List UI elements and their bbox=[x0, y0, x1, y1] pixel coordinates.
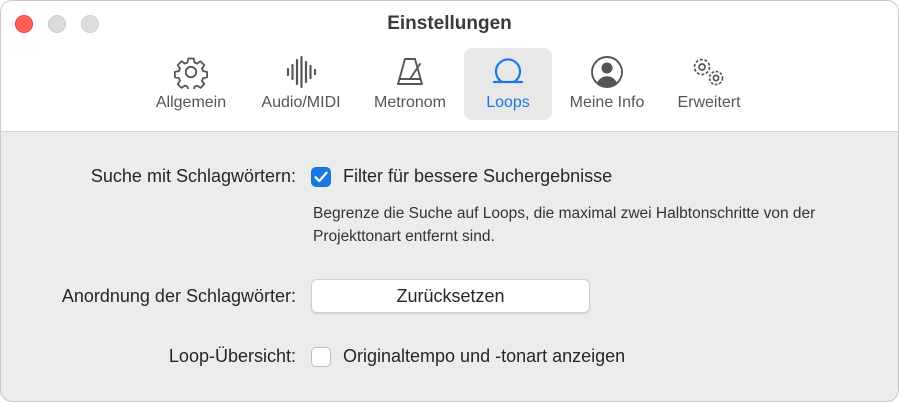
tab-label: Allgemein bbox=[155, 94, 227, 111]
window-title: Einstellungen bbox=[387, 13, 512, 34]
tab-label: Erweitert bbox=[677, 94, 741, 111]
toolbar: Einstellungen Allgemein Audio/MIDI Metro… bbox=[1, 1, 898, 132]
keyword-filter-checkbox[interactable] bbox=[311, 167, 331, 187]
tab-meine-info[interactable]: Meine Info bbox=[560, 48, 654, 120]
loop-icon bbox=[491, 52, 525, 92]
gears-icon bbox=[689, 52, 729, 92]
tab-erweitert[interactable]: Erweitert bbox=[663, 48, 755, 120]
keyword-filter-label: Filter für bessere Suchergebnisse bbox=[343, 166, 613, 186]
tab-audio-midi[interactable]: Audio/MIDI bbox=[249, 48, 353, 120]
original-tempo-label: Originaltempo und -tonart anzeigen bbox=[343, 346, 626, 366]
gear-icon bbox=[174, 52, 208, 92]
keyword-search-label: Suche mit Schlagwörtern: bbox=[90, 166, 296, 186]
reset-button[interactable]: Zurücksetzen bbox=[311, 279, 590, 313]
loop-browser-label: Loop-Übersicht: bbox=[168, 346, 296, 366]
tab-loops[interactable]: Loops bbox=[464, 48, 552, 120]
metronome-icon bbox=[393, 52, 427, 92]
tab-label: Loops bbox=[486, 94, 530, 111]
tab-metronom[interactable]: Metronom bbox=[363, 48, 457, 120]
original-tempo-checkbox[interactable] bbox=[311, 347, 331, 367]
waveform-icon bbox=[284, 52, 318, 92]
settings-window: Einstellungen Allgemein Audio/MIDI Metro… bbox=[0, 0, 899, 402]
tab-label: Audio/MIDI bbox=[261, 94, 341, 111]
keyword-filter-description: Begrenze die Suche auf Loops, die maxima… bbox=[313, 205, 816, 245]
tab-label: Meine Info bbox=[569, 94, 645, 111]
tab-label: Metronom bbox=[373, 94, 447, 111]
person-circle-icon bbox=[590, 52, 624, 92]
keyword-layout-label: Anordnung der Schlagwörter: bbox=[61, 286, 296, 306]
checkmark-icon bbox=[314, 171, 328, 183]
tab-allgemein[interactable]: Allgemein bbox=[143, 48, 239, 120]
